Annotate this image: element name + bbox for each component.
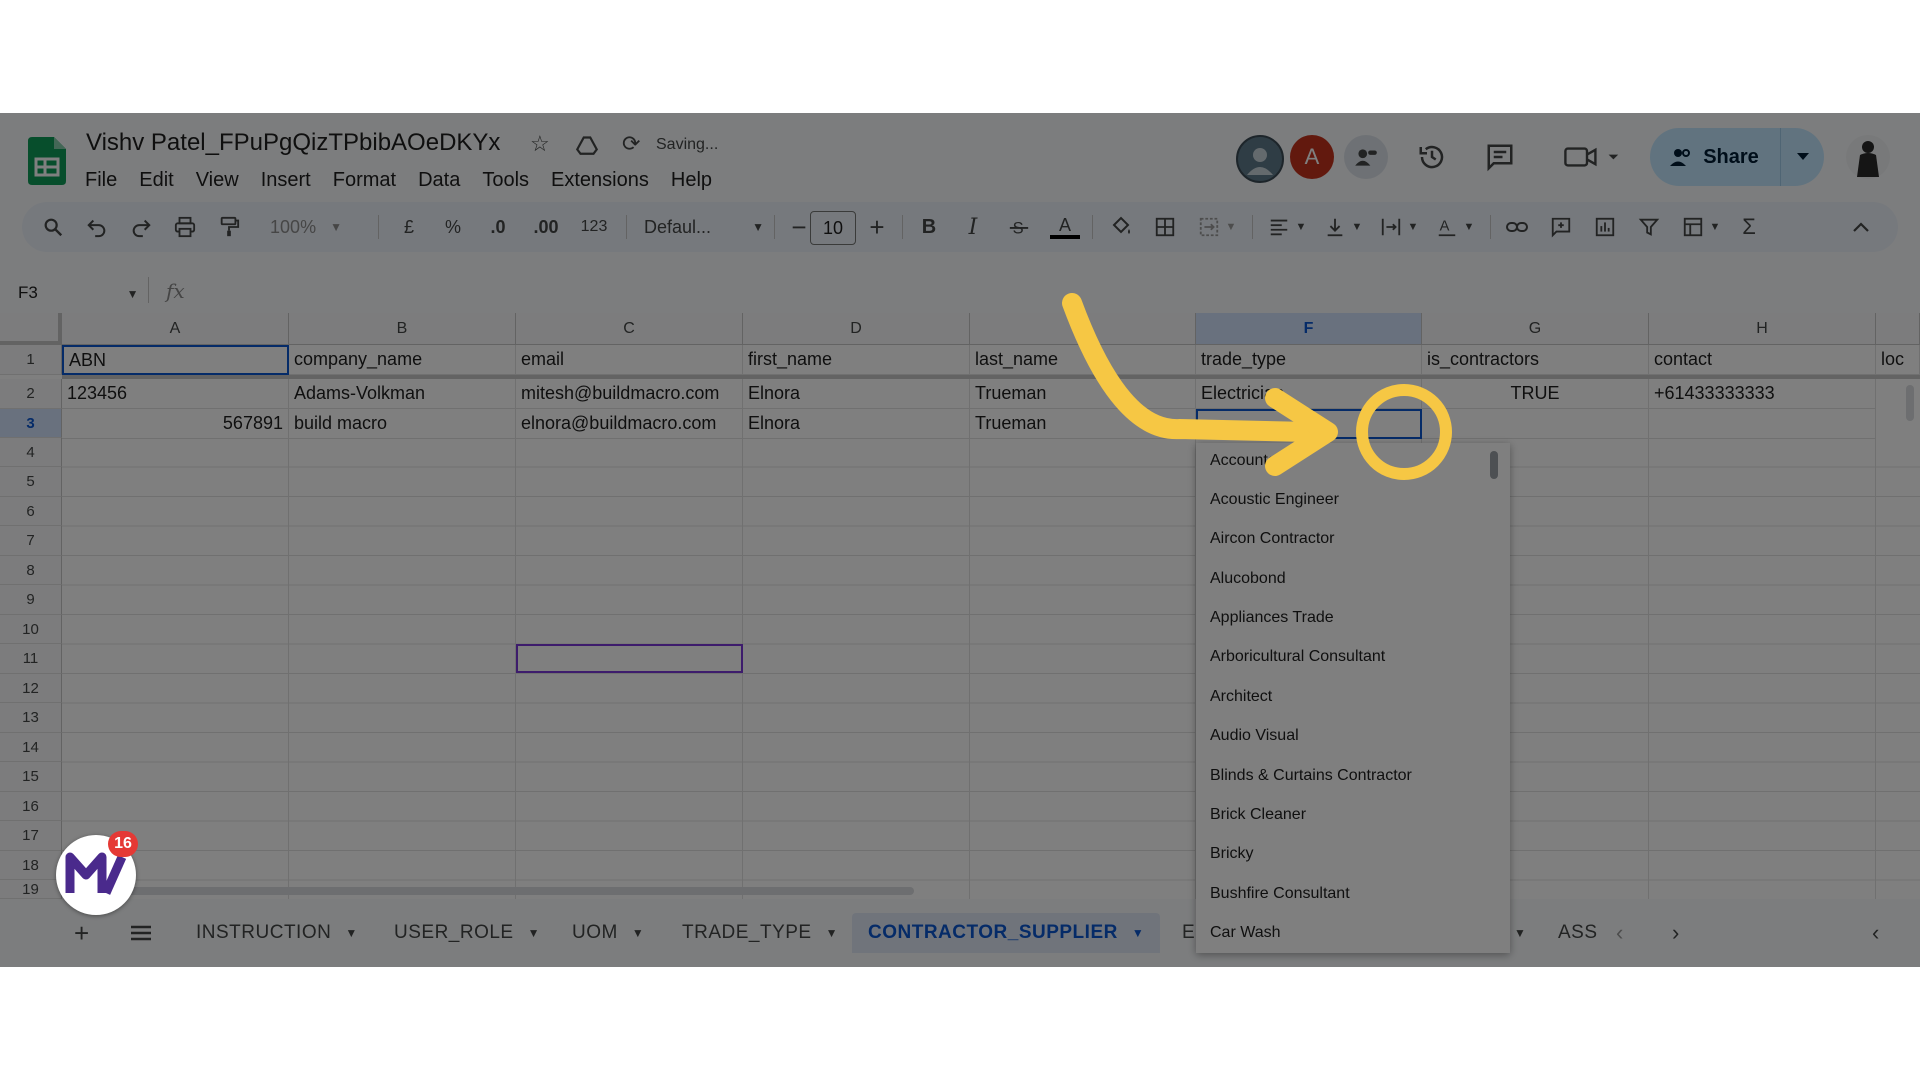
tutorial-arrow-icon: [1062, 293, 1452, 480]
app-frame: Vishv Patel_FPuPgQizTPbibAOeDKYx ☆ ⟳ Sav…: [0, 113, 1920, 967]
notification-count-badge: 16: [108, 831, 138, 857]
